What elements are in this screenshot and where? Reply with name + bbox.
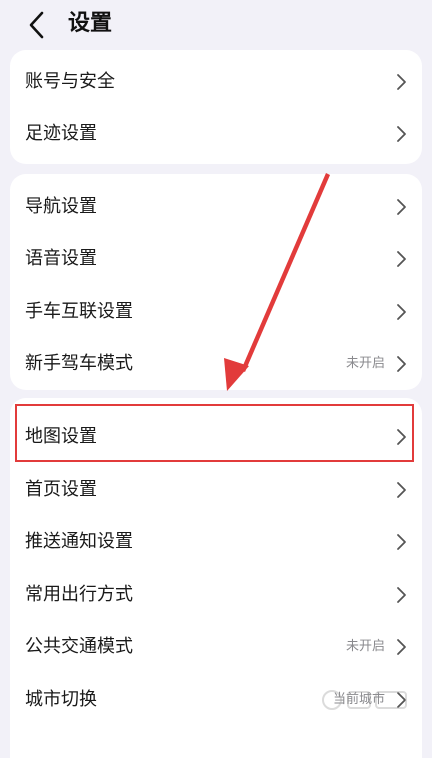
settings-item-label: 公共交通模式 bbox=[25, 636, 133, 657]
settings-item-navigation[interactable]: 导航设置 bbox=[10, 180, 422, 233]
settings-item-current-city: 当前城市 bbox=[332, 692, 385, 707]
chevron-left-icon bbox=[29, 11, 44, 39]
settings-item-voice[interactable]: 语音设置 bbox=[10, 232, 422, 285]
settings-item-label: 城市切换 bbox=[25, 689, 97, 710]
settings-item-travel-modes[interactable]: 常用出行方式 bbox=[10, 568, 422, 621]
settings-group-navigation: 导航设置 语音设置 手车互联设置 新手驾车模式 未开启 bbox=[10, 174, 422, 390]
settings-item-label: 推送通知设置 bbox=[25, 531, 133, 552]
settings-item-label: 手车互联设置 bbox=[25, 301, 133, 322]
chevron-right-icon bbox=[397, 692, 406, 708]
settings-item-footprint[interactable]: 足迹设置 bbox=[10, 107, 422, 160]
settings-item-push-notifications[interactable]: 推送通知设置 bbox=[10, 515, 422, 568]
chevron-right-icon bbox=[397, 126, 406, 142]
header: 设置 bbox=[0, 0, 432, 50]
chevron-right-icon bbox=[397, 304, 406, 320]
settings-item-city-switch[interactable]: 城市切换 当前城市 bbox=[10, 673, 422, 726]
settings-item-home-page[interactable]: 首页设置 bbox=[10, 463, 422, 516]
settings-item-account-security[interactable]: 账号与安全 bbox=[10, 55, 422, 108]
chevron-right-icon bbox=[397, 74, 406, 90]
settings-item-public-transit-mode[interactable]: 公共交通模式 未开启 bbox=[10, 620, 422, 673]
settings-item-label: 首页设置 bbox=[25, 479, 97, 500]
settings-item-label: 常用出行方式 bbox=[25, 584, 133, 605]
settings-item-status: 未开启 bbox=[345, 356, 385, 371]
settings-item-status: 未开启 bbox=[345, 639, 385, 654]
chevron-right-icon bbox=[397, 199, 406, 215]
chevron-right-icon bbox=[397, 482, 406, 498]
settings-group-general: 地图设置 首页设置 推送通知设置 常用出行方式 公共交通模式 未开启 城市切换 … bbox=[10, 398, 422, 758]
settings-item-label: 语音设置 bbox=[25, 248, 97, 269]
chevron-right-icon bbox=[397, 639, 406, 655]
chevron-right-icon bbox=[397, 251, 406, 267]
settings-item-label: 新手驾车模式 bbox=[25, 353, 133, 374]
settings-item-novice-driving-mode[interactable]: 新手驾车模式 未开启 bbox=[10, 337, 422, 390]
settings-group-account: 账号与安全 足迹设置 bbox=[10, 50, 422, 164]
settings-item-label: 地图设置 bbox=[25, 426, 97, 447]
settings-item-label: 足迹设置 bbox=[25, 123, 97, 144]
settings-item-label: 导航设置 bbox=[25, 196, 97, 217]
chevron-right-icon bbox=[397, 429, 406, 445]
chevron-right-icon bbox=[397, 356, 406, 372]
settings-item-map[interactable]: 地图设置 bbox=[10, 410, 422, 463]
chevron-right-icon bbox=[397, 534, 406, 550]
settings-item-phone-car-link[interactable]: 手车互联设置 bbox=[10, 285, 422, 338]
page-title: 设置 bbox=[68, 11, 113, 36]
settings-item-label: 账号与安全 bbox=[25, 71, 115, 92]
chevron-right-icon bbox=[397, 587, 406, 603]
back-button[interactable] bbox=[24, 8, 54, 42]
